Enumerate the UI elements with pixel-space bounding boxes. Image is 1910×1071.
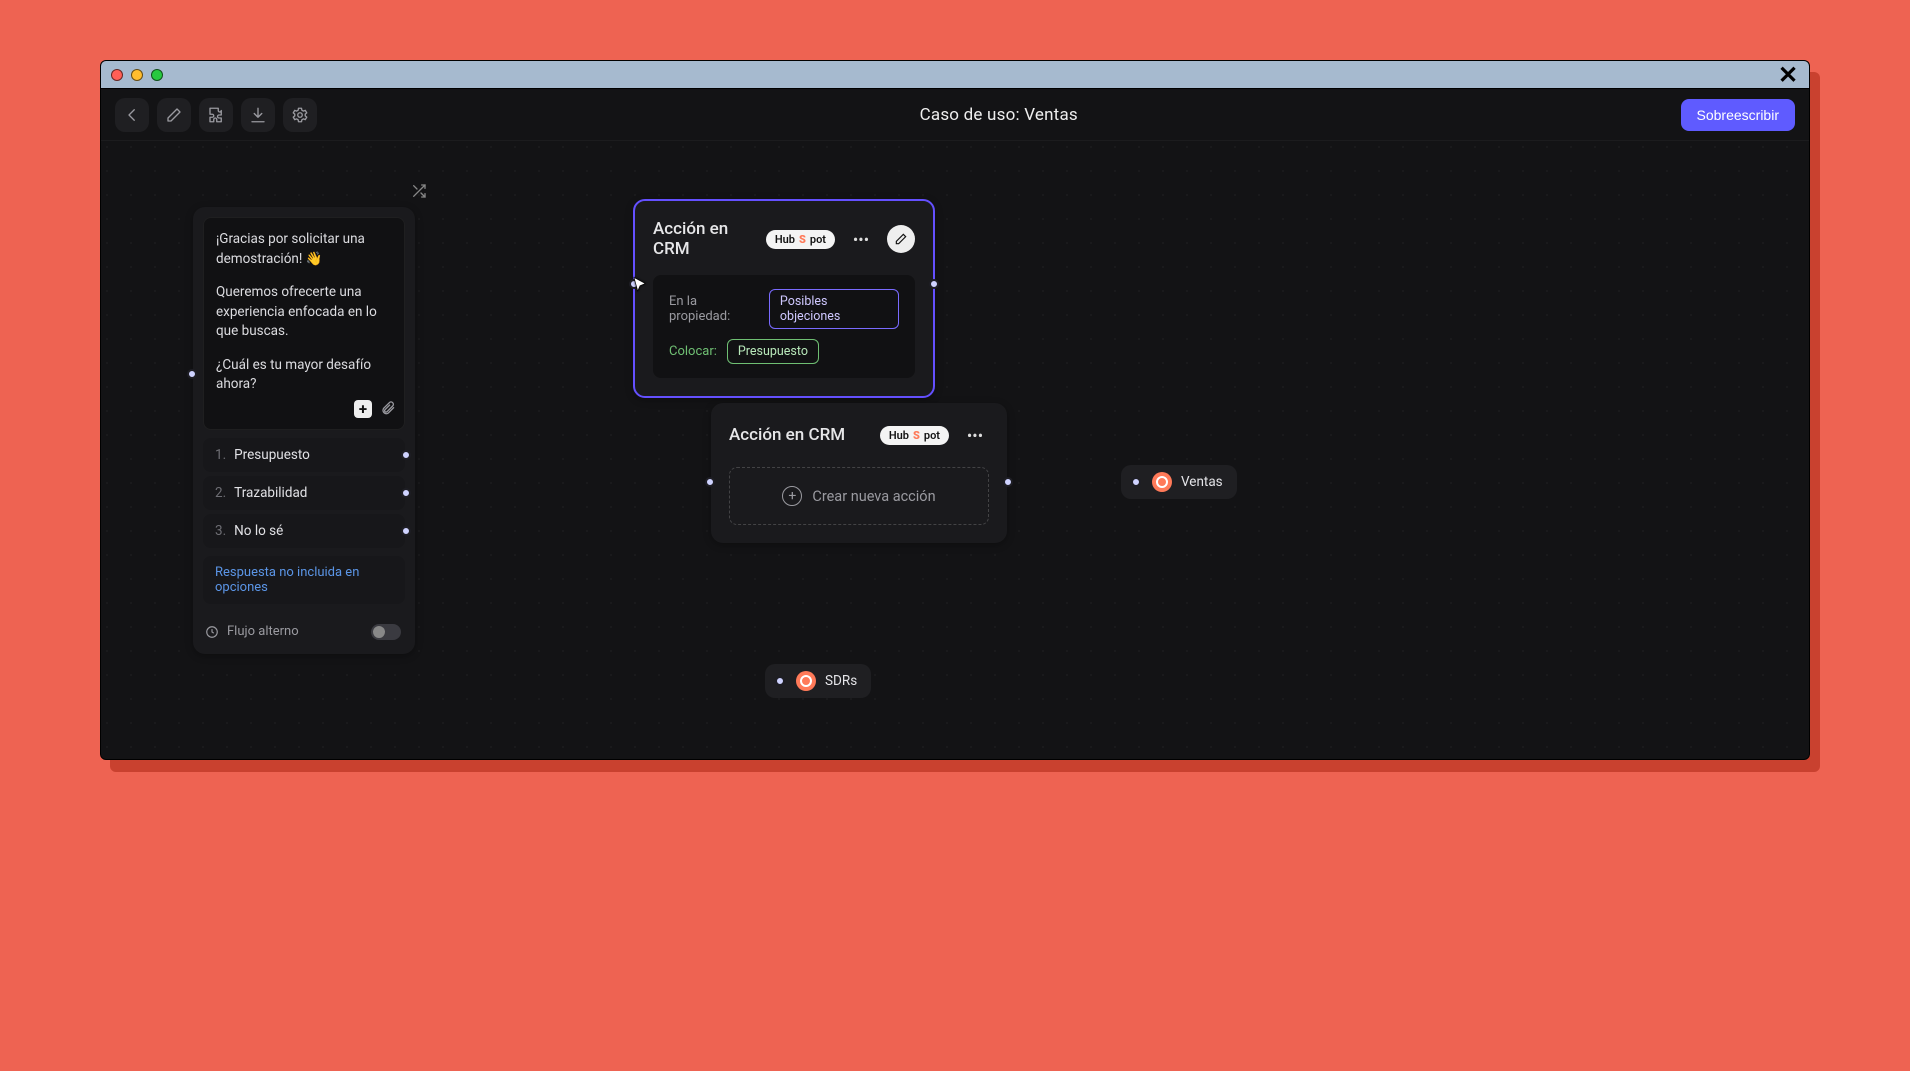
pencil-icon [894, 232, 908, 246]
hubspot-icon: S [799, 233, 806, 246]
message-node[interactable]: ¡Gracias por solicitar una demostración!… [193, 207, 415, 654]
option-label: No lo sé [234, 523, 283, 539]
add-icon[interactable]: + [354, 400, 372, 418]
create-new-action-label: Crear nueva acción [812, 488, 935, 505]
settings-button[interactable] [283, 98, 317, 132]
page-title: Caso de uso: Ventas [325, 105, 1673, 125]
response-not-included[interactable]: Respuesta no incluida en opciones [203, 556, 405, 604]
attachment-icon[interactable] [380, 400, 396, 423]
port-out[interactable] [401, 488, 411, 498]
edit-icon [165, 106, 183, 124]
port-out[interactable] [401, 526, 411, 536]
option-no-lo-se[interactable]: 3. No lo sé [203, 514, 405, 548]
download-icon [249, 106, 267, 124]
port-in[interactable] [705, 477, 715, 487]
option-presupuesto[interactable]: 1. Presupuesto [203, 438, 405, 472]
crm-action-node-selected[interactable]: Acción en CRM HubSpot ••• En la propieda… [633, 199, 935, 398]
tag-label: Ventas [1181, 474, 1223, 490]
hubspot-icon: S [913, 429, 920, 442]
crm-node-body: En la propiedad: Posibles objeciones Col… [653, 275, 915, 378]
option-list: 1. Presupuesto 2. Trazabilidad 3. No lo … [203, 438, 405, 548]
overwrite-button[interactable]: Sobreescribir [1681, 99, 1795, 131]
ventas-tag-node[interactable]: Ventas [1121, 465, 1237, 499]
close-icon[interactable]: ✕ [1777, 64, 1799, 86]
create-new-action[interactable]: + Crear nueva acción [729, 467, 989, 525]
option-label: Trazabilidad [234, 485, 307, 501]
port-in[interactable] [1131, 477, 1141, 487]
traffic-lights [111, 69, 163, 81]
toolbar: Caso de uso: Ventas Sobreescribir [101, 89, 1809, 141]
more-icon[interactable]: ••• [847, 225, 875, 253]
hubspot-icon [796, 671, 816, 691]
option-label: Presupuesto [234, 447, 310, 463]
option-trazabilidad[interactable]: 2. Trazabilidad [203, 476, 405, 510]
colocar-value[interactable]: Presupuesto [727, 339, 819, 364]
prop-value[interactable]: Posibles objeciones [769, 289, 899, 329]
port-in[interactable] [629, 279, 639, 289]
prop-label: En la propiedad: [669, 294, 759, 324]
more-icon[interactable]: ••• [961, 421, 989, 449]
option-number: 2. [215, 485, 226, 501]
tag-label: SDRs [825, 673, 857, 689]
close-window-icon[interactable] [111, 69, 123, 81]
gear-icon [291, 106, 309, 124]
back-button[interactable] [115, 98, 149, 132]
message-text[interactable]: ¡Gracias por solicitar una demostración!… [203, 217, 405, 430]
extension-button[interactable] [199, 98, 233, 132]
shuffle-icon[interactable] [411, 183, 427, 203]
crm-node-title: Acción en CRM [653, 219, 754, 259]
port-out[interactable] [401, 450, 411, 460]
alt-flow-row: Flujo alterno [203, 624, 405, 640]
edit-button[interactable] [157, 98, 191, 132]
crm-action-node[interactable]: Acción en CRM HubSpot ••• + Crear nueva … [711, 403, 1007, 543]
port-in[interactable] [775, 676, 785, 686]
hubspot-icon [1152, 472, 1172, 492]
hubspot-badge: HubSpot [880, 426, 949, 445]
download-button[interactable] [241, 98, 275, 132]
alt-flow-label: Flujo alterno [227, 624, 299, 639]
flow-canvas[interactable]: ¡Gracias por solicitar una demostración!… [101, 141, 1809, 759]
edit-node-button[interactable] [887, 225, 915, 253]
alt-flow-toggle[interactable] [371, 624, 401, 640]
message-p3: ¿Cuál es tu mayor desafío ahora? [216, 356, 392, 395]
hubspot-badge: HubSpot [766, 230, 835, 249]
window-frame: ✕ Caso de uso: Ventas Sobreescribir [100, 60, 1810, 760]
maximize-window-icon[interactable] [151, 69, 163, 81]
option-number: 1. [215, 447, 226, 463]
message-p2: Queremos ofrecerte una experiencia enfoc… [216, 283, 392, 342]
minimize-window-icon[interactable] [131, 69, 143, 81]
clock-icon [205, 625, 219, 639]
message-p1: ¡Gracias por solicitar una demostración!… [216, 230, 392, 269]
sdrs-tag-node[interactable]: SDRs [765, 664, 871, 698]
port-out[interactable] [929, 279, 939, 289]
option-number: 3. [215, 523, 226, 539]
puzzle-icon [207, 106, 225, 124]
arrow-left-icon [123, 106, 141, 124]
crm-node-title: Acción en CRM [729, 425, 868, 445]
window-titlebar: ✕ [100, 60, 1810, 88]
port-in[interactable] [187, 369, 197, 379]
port-out[interactable] [1003, 477, 1013, 487]
plus-circle-icon: + [782, 486, 802, 506]
app-body: Caso de uso: Ventas Sobreescribir ¡ [100, 88, 1810, 760]
colocar-label: Colocar: [669, 344, 717, 359]
